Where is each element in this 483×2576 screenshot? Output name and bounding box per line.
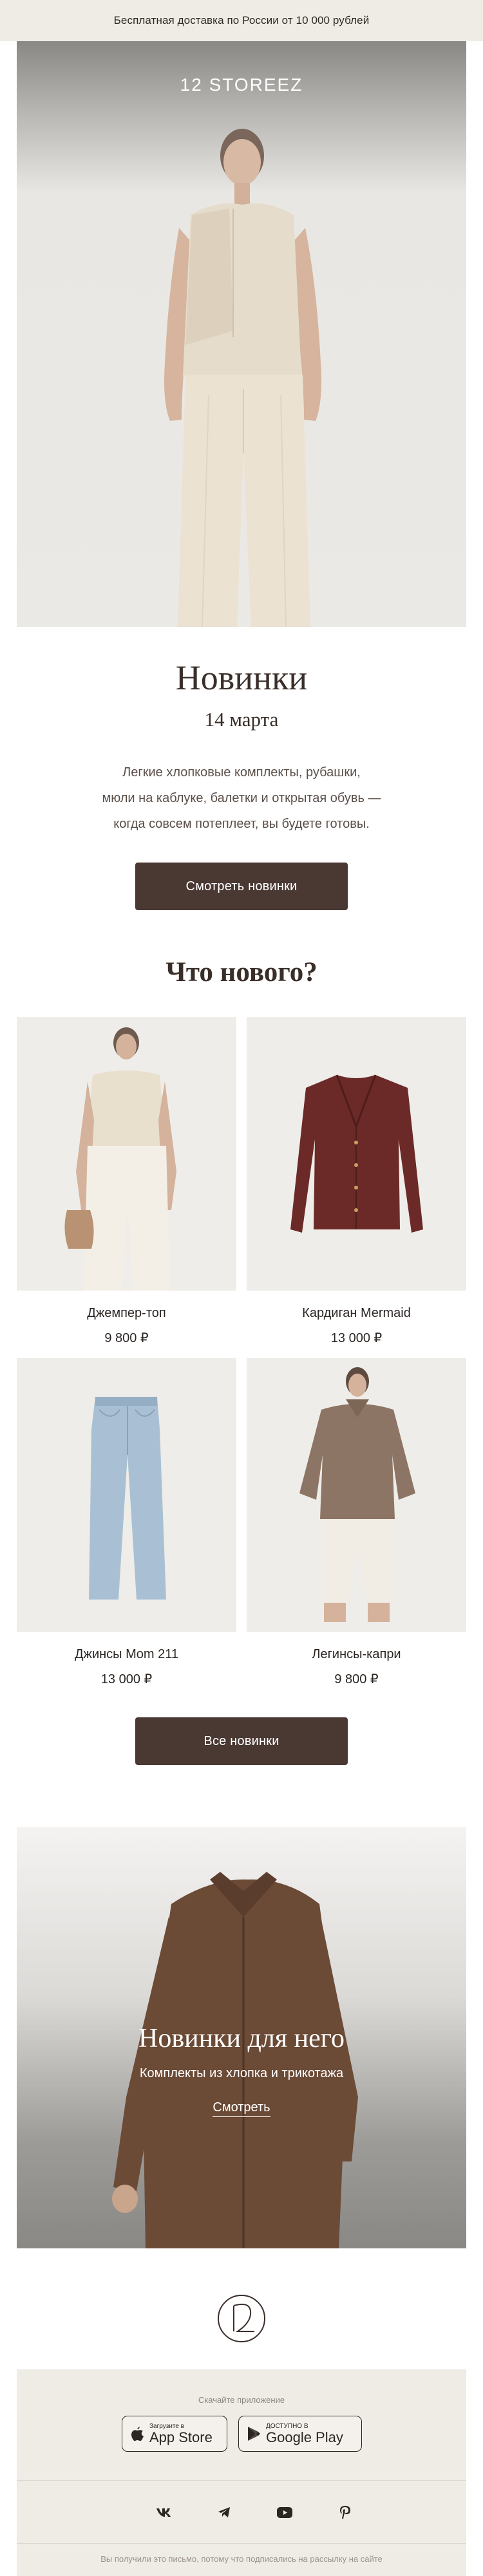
footer: Скачайте приложение Загрузите в App Stor… — [17, 2369, 466, 2576]
product-image[interactable] — [17, 1358, 236, 1632]
brand-monogram-icon[interactable] — [214, 2291, 269, 2346]
all-new-arrivals-button[interactable]: Все новинки — [135, 1717, 348, 1765]
footer-divider — [17, 2480, 466, 2481]
product-image[interactable] — [247, 1017, 466, 1291]
product-card[interactable]: Джемпер-топ 9 800 ₽ — [17, 1017, 236, 1346]
jumper-top-photo — [64, 1027, 176, 1291]
legal-text: Вы получили это письмо, потому что подпи… — [100, 2554, 383, 2564]
product-price: 9 800 ₽ — [334, 1672, 379, 1686]
brand-logo[interactable]: 12 STOREEZ — [17, 75, 466, 95]
view-new-arrivals-button[interactable]: Смотреть новинки — [135, 863, 348, 910]
email-page: Бесплатная доставка по России от 10 000 … — [0, 0, 483, 2576]
intro-line: Легкие хлопковые комплекты, рубашки, — [122, 765, 361, 779]
vk-icon[interactable] — [151, 2499, 176, 2525]
product-image[interactable] — [17, 1017, 236, 1291]
mens-banner-subtitle: Комплекты из хлопка и трикотажа — [139, 2066, 344, 2080]
app-store-button[interactable]: Загрузите в App Store — [122, 2416, 227, 2452]
google-play-label: Google Play — [266, 2429, 343, 2445]
youtube-icon[interactable] — [272, 2499, 298, 2525]
mens-banner-link[interactable]: Смотреть — [17, 2100, 466, 2117]
intro-line: мюли на каблуке, балетки и открытая обув… — [102, 791, 381, 805]
mens-new-arrivals-banner[interactable]: Новинки для него Комплекты из хлопка и т… — [17, 1827, 466, 2248]
download-app-label: Скачайте приложение — [198, 2395, 285, 2405]
jeans-photo — [89, 1397, 166, 1600]
whats-new-title: Что нового? — [166, 957, 317, 987]
product-card[interactable]: Джинсы Mom 211 13 000 ₽ — [17, 1358, 236, 1687]
hero-banner[interactable]: 12 STOREEZ — [17, 41, 466, 627]
google-play-small-label: ДОСТУПНО В — [266, 2422, 308, 2430]
product-price: 13 000 ₽ — [330, 1331, 383, 1345]
app-store-label: App Store — [149, 2429, 213, 2445]
product-card[interactable]: Легинсы-капри 9 800 ₽ — [247, 1358, 466, 1687]
product-name[interactable]: Джинсы Mom 211 — [17, 1647, 236, 1662]
apple-icon — [131, 2427, 144, 2441]
product-name[interactable]: Джемпер-топ — [17, 1306, 236, 1321]
new-arrivals-title: Новинки — [175, 658, 308, 697]
capri-leggings-photo — [299, 1367, 415, 1622]
free-shipping-text: Бесплатная доставка по России от 10 000 … — [113, 14, 370, 26]
product-price: 13 000 ₽ — [100, 1672, 153, 1686]
mens-banner-title: Новинки для него — [138, 2024, 345, 2053]
product-name[interactable]: Кардиган Mermaid — [247, 1306, 466, 1321]
telegram-icon[interactable] — [211, 2499, 237, 2525]
hero-model-image — [164, 129, 321, 627]
new-arrivals-date: 14 марта — [204, 708, 279, 731]
product-price: 9 800 ₽ — [104, 1331, 149, 1345]
intro-description: Легкие хлопковые комплекты, рубашки, мюл… — [48, 760, 435, 837]
product-name[interactable]: Легинсы-капри — [247, 1647, 466, 1662]
cardigan-photo — [290, 1074, 423, 1233]
footer-divider — [17, 2543, 466, 2544]
free-shipping-banner: Бесплатная доставка по России от 10 000 … — [0, 0, 483, 41]
google-play-icon — [248, 2427, 260, 2441]
app-store-small-label: Загрузите в — [149, 2422, 184, 2430]
intro-line: когда совсем потеплеет, вы будете готовы… — [113, 817, 370, 831]
mens-banner-link-text[interactable]: Смотреть — [213, 2100, 270, 2117]
pinterest-icon[interactable] — [332, 2499, 358, 2525]
google-play-button[interactable]: ДОСТУПНО В Google Play — [238, 2416, 362, 2452]
product-image[interactable] — [247, 1358, 466, 1632]
product-card[interactable]: Кардиган Mermaid 13 000 ₽ — [247, 1017, 466, 1346]
